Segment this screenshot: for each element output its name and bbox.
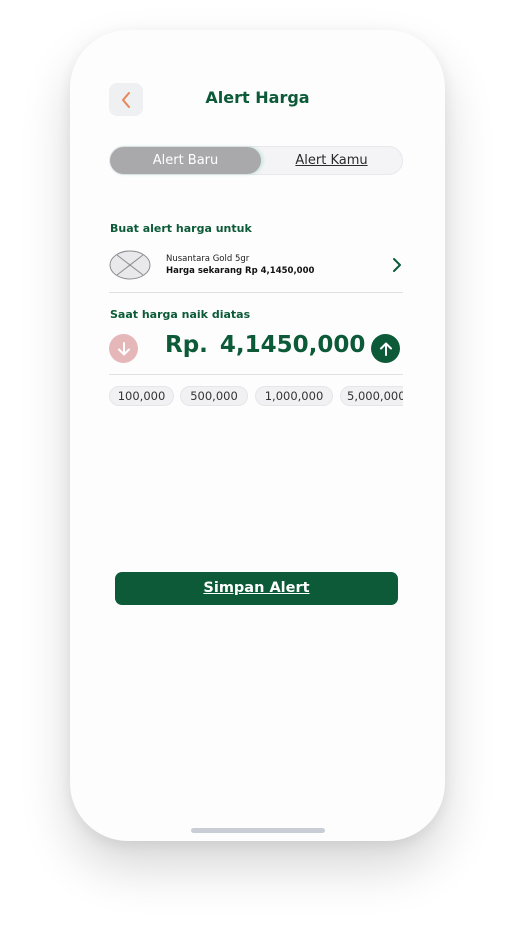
decrease-price-button[interactable] bbox=[109, 334, 138, 363]
tab-switcher: Alert Baru Alert Kamu bbox=[109, 146, 403, 175]
quick-amount-chip[interactable]: 100,000 bbox=[109, 386, 174, 406]
currency-label: Rp. bbox=[165, 332, 208, 358]
product-section-label: Buat alert harga untuk bbox=[110, 222, 252, 235]
quick-amount-chip[interactable]: 5,000,000 bbox=[340, 386, 403, 406]
quick-amount-chip[interactable]: 500,000 bbox=[180, 386, 248, 406]
quick-amount-chips: 100,000 500,000 1,000,000 5,000,000 bbox=[109, 386, 403, 406]
save-alert-button[interactable]: Simpan Alert bbox=[115, 572, 398, 605]
divider bbox=[109, 374, 403, 375]
tab-alert-baru[interactable]: Alert Baru bbox=[110, 147, 261, 174]
chevron-right-icon bbox=[393, 258, 401, 272]
arrow-down-icon bbox=[117, 341, 130, 355]
target-price-display[interactable]: Rp. 4,1450,000 bbox=[165, 332, 365, 358]
product-current-price: Harga sekarang Rp 4,1450,000 bbox=[166, 266, 315, 276]
quick-amount-chip[interactable]: 1,000,000 bbox=[255, 386, 333, 406]
product-image-placeholder-icon bbox=[109, 250, 151, 280]
screen: Alert Harga Alert Baru Alert Kamu Buat a… bbox=[0, 0, 515, 952]
home-indicator bbox=[191, 828, 325, 833]
phone-frame: Alert Harga Alert Baru Alert Kamu Buat a… bbox=[70, 30, 445, 841]
increase-price-button[interactable] bbox=[371, 334, 400, 363]
price-section-label: Saat harga naik diatas bbox=[110, 308, 251, 321]
divider bbox=[109, 292, 403, 293]
page-title: Alert Harga bbox=[205, 88, 310, 107]
tab-alert-kamu[interactable]: Alert Kamu bbox=[261, 147, 402, 174]
arrow-up-icon bbox=[379, 342, 392, 356]
price-amount: 4,1450,000 bbox=[219, 332, 366, 358]
product-name: Nusantara Gold 5gr bbox=[166, 254, 250, 264]
product-selector[interactable]: Nusantara Gold 5gr Harga sekarang Rp 4,1… bbox=[109, 250, 403, 282]
